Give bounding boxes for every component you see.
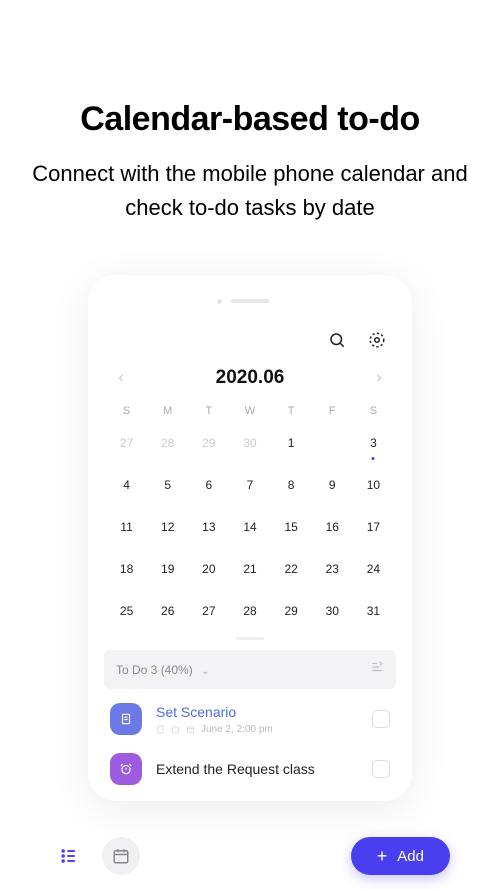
calendar-day[interactable]: 2 <box>312 431 353 455</box>
task-list: Set Scenario June 2, 2:00 pm Extend the Re… <box>104 689 396 789</box>
calendar-view-icon[interactable] <box>102 837 140 875</box>
calendar-day[interactable]: 16 <box>312 515 353 539</box>
calendar-day[interactable]: 7 <box>229 473 270 497</box>
weekday-label: M <box>147 405 188 417</box>
alarm-icon <box>110 753 142 785</box>
calendar-day[interactable]: 19 <box>147 557 188 581</box>
next-month-icon[interactable] <box>370 369 388 387</box>
calendar-day[interactable]: 18 <box>106 557 147 581</box>
calendar-day[interactable]: 5 <box>147 473 188 497</box>
list-view-icon[interactable] <box>50 837 88 875</box>
calendar-day[interactable]: 23 <box>312 557 353 581</box>
phone-notch <box>231 299 269 303</box>
task-row[interactable]: Extend the Request class <box>104 739 396 789</box>
gear-icon[interactable] <box>366 329 388 351</box>
calendar-day[interactable]: 29 <box>188 431 229 455</box>
page-title: Calendar-based to-do <box>30 100 470 139</box>
phone-mockup: 2020.06 SMTWTFS 272829301234567891011121… <box>88 275 412 801</box>
todo-section-header[interactable]: To Do 3 (40%) ⌄ <box>104 650 396 689</box>
calendar-day[interactable]: 27 <box>188 599 229 623</box>
task-checkbox[interactable] <box>372 760 390 778</box>
task-meta: June 2, 2:00 pm <box>156 724 358 735</box>
todo-header-label: To Do 3 (40%) <box>116 663 193 677</box>
weekday-label: T <box>271 405 312 417</box>
calendar-day[interactable]: 1 <box>271 431 312 455</box>
calendar-day[interactable]: 3 <box>353 431 394 455</box>
drag-handle[interactable] <box>236 637 264 640</box>
task-title: Set Scenario <box>156 704 358 720</box>
weekday-label: S <box>353 405 394 417</box>
weekday-label: T <box>188 405 229 417</box>
calendar-day[interactable]: 15 <box>271 515 312 539</box>
calendar-day[interactable]: 17 <box>353 515 394 539</box>
page-subtitle: Connect with the mobile phone calendar a… <box>30 157 470 225</box>
calendar-day[interactable]: 25 <box>106 599 147 623</box>
calendar-day[interactable]: 26 <box>147 599 188 623</box>
calendar-day[interactable]: 4 <box>106 473 147 497</box>
task-row[interactable]: Set Scenario June 2, 2:00 pm <box>104 689 396 739</box>
chevron-down-icon: ⌄ <box>201 666 209 677</box>
calendar-day[interactable]: 22 <box>271 557 312 581</box>
weekday-label: F <box>312 405 353 417</box>
calendar-day[interactable]: 12 <box>147 515 188 539</box>
calendar-day[interactable]: 13 <box>188 515 229 539</box>
weekday-label: W <box>229 405 270 417</box>
calendar-day[interactable]: 6 <box>188 473 229 497</box>
calendar-day[interactable]: 24 <box>353 557 394 581</box>
calendar-day[interactable]: 9 <box>312 473 353 497</box>
task-checkbox[interactable] <box>372 710 390 728</box>
calendar-day[interactable]: 14 <box>229 515 270 539</box>
document-icon <box>110 703 142 735</box>
calendar-day[interactable]: 28 <box>229 599 270 623</box>
calendar-day[interactable]: 30 <box>229 431 270 455</box>
calendar-day[interactable]: 30 <box>312 599 353 623</box>
plus-icon: + <box>377 847 388 865</box>
calendar-day[interactable]: 31 <box>353 599 394 623</box>
calendar-day[interactable]: 27 <box>106 431 147 455</box>
sort-icon[interactable] <box>370 660 384 679</box>
add-button-label: Add <box>397 848 424 865</box>
month-label[interactable]: 2020.06 <box>216 367 285 389</box>
search-icon[interactable] <box>326 329 348 351</box>
calendar-day[interactable]: 20 <box>188 557 229 581</box>
weekday-row: SMTWTFS <box>104 405 396 417</box>
add-button[interactable]: + Add <box>351 837 450 875</box>
calendar-day[interactable]: 29 <box>271 599 312 623</box>
calendar-day[interactable]: 10 <box>353 473 394 497</box>
calendar-day[interactable]: 8 <box>271 473 312 497</box>
calendar-day[interactable]: 11 <box>106 515 147 539</box>
weekday-label: S <box>106 405 147 417</box>
calendar-day[interactable]: 21 <box>229 557 270 581</box>
task-title: Extend the Request class <box>156 761 358 777</box>
calendar-grid: 2728293012345678910111213141516171819202… <box>104 431 396 637</box>
prev-month-icon[interactable] <box>112 369 130 387</box>
calendar-day[interactable]: 28 <box>147 431 188 455</box>
